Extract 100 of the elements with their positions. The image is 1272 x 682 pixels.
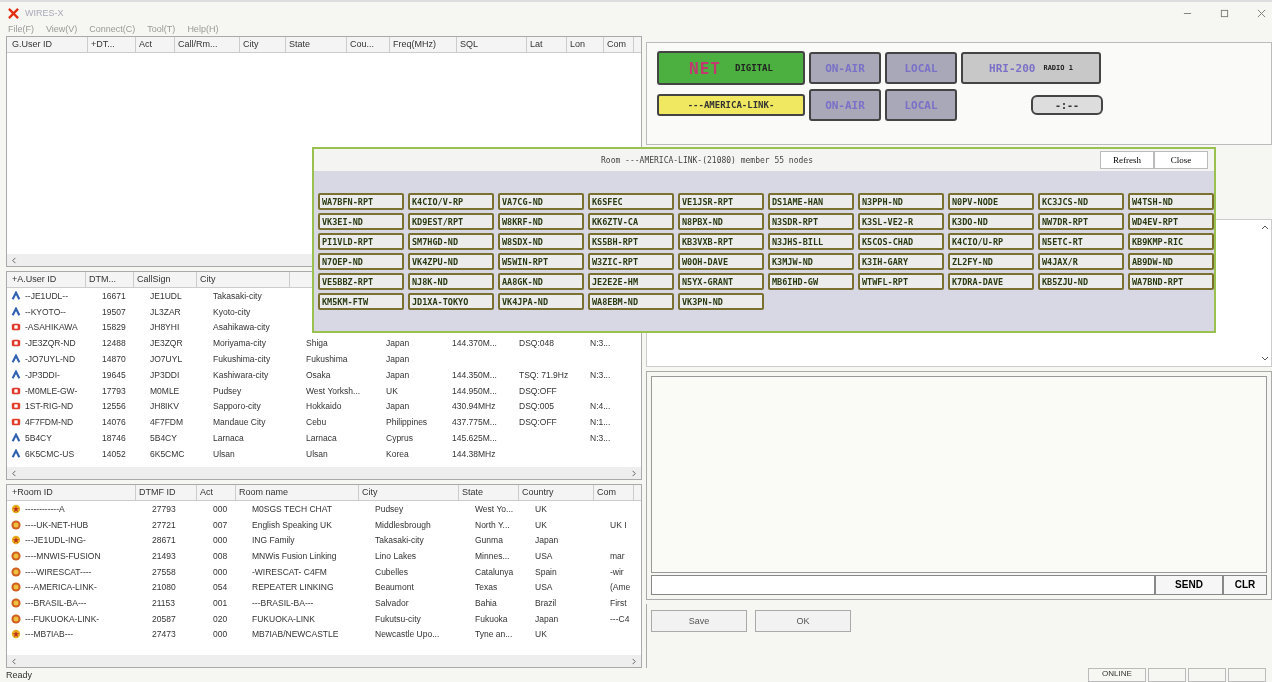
node-tile[interactable]: N0PV-NODE [948,193,1034,210]
node-tile[interactable]: WD4EV-RPT [1128,213,1214,230]
column-header[interactable]: Act [136,37,175,52]
node-tile[interactable]: JE2E2E-HM [588,273,674,290]
node-tile[interactable]: N7OEP-ND [318,253,404,270]
node-tile[interactable]: N3JHS-BILL [768,233,854,250]
scroll-right-icon[interactable] [630,469,637,477]
column-header[interactable]: Lat [527,37,567,52]
column-header[interactable]: Act [197,485,236,500]
node-tile[interactable]: WA7BFN-RPT [318,193,404,210]
column-header[interactable]: State [459,485,519,500]
node-tile[interactable]: W3ZIC-RPT [588,253,674,270]
column-header[interactable]: Room name [236,485,359,500]
maximize-icon[interactable] [1220,8,1229,18]
column-header[interactable]: City [359,485,459,500]
node-tile[interactable]: MB6IHD-GW [768,273,854,290]
scroll-left-icon[interactable] [11,657,18,665]
node-tile[interactable]: WA8EBM-ND [588,293,674,310]
column-header[interactable]: Freq(MHz) [390,37,457,52]
column-header[interactable]: Com [604,37,634,52]
scroll-right-icon[interactable] [630,657,637,665]
node-tile[interactable]: W0OH-DAVE [678,253,764,270]
node-tile[interactable]: KK6ZTV-CA [588,213,674,230]
table-cell-text: 1ST-RIG-ND [24,401,75,412]
node-tile[interactable]: N3PPH-ND [858,193,944,210]
node-tile[interactable]: KB5ZJU-ND [1038,273,1124,290]
node-tile[interactable]: NW7DR-RPT [1038,213,1124,230]
node-tile[interactable]: JD1XA-TOKYO [408,293,494,310]
node-tile[interactable]: AB9DW-ND [1128,253,1214,270]
node-tile[interactable]: N8PBX-ND [678,213,764,230]
node-tile[interactable]: N5ETC-RT [1038,233,1124,250]
table-cell-text: 6K5CMC-US [24,448,76,459]
node-tile[interactable]: K4CIO/U-RP [948,233,1034,250]
column-header[interactable]: State [286,37,347,52]
node-tile[interactable]: K3DO-ND [948,213,1034,230]
column-header[interactable]: Country [519,485,594,500]
scroll-left-icon[interactable] [11,256,18,264]
node-tile[interactable]: VA7CG-ND [498,193,584,210]
column-header[interactable]: City [197,272,290,287]
node-tile[interactable]: N3SDR-RPT [768,213,854,230]
table-cell-text: 27473 [151,629,177,640]
chat-button[interactable]: CLR [1223,574,1267,595]
node-tile[interactable]: W4TSH-ND [1128,193,1214,210]
chat-button[interactable]: SEND [1155,574,1223,595]
node-tile[interactable]: W4JAX/R [1038,253,1124,270]
node-tile[interactable]: VK3PN-ND [678,293,764,310]
node-tile[interactable]: KB3VXB-RPT [678,233,764,250]
node-tile[interactable]: WTWFL-RPT [858,273,944,290]
column-header[interactable]: DTMF ID [136,485,197,500]
node-tile[interactable]: K3SL-VE2-R [858,213,944,230]
node-tile[interactable]: SM7HGD-ND [408,233,494,250]
node-tile[interactable]: VE1JSR-RPT [678,193,764,210]
node-tile[interactable]: AA8GK-ND [498,273,584,290]
node-tile[interactable]: KS5BH-RPT [588,233,674,250]
close-icon[interactable] [1257,8,1266,18]
column-header[interactable]: Cou... [347,37,390,52]
node-tile[interactable]: KM5KM-FTW [318,293,404,310]
action-button[interactable]: Save [651,609,747,632]
action-button[interactable]: OK [755,609,851,632]
column-header[interactable]: Lon [567,37,604,52]
node-tile[interactable]: KB9KMP-RIC [1128,233,1214,250]
node-tile[interactable]: WA7BND-RPT [1128,273,1214,290]
popup-button[interactable]: Refresh [1100,151,1154,169]
column-header[interactable]: Call/Rm... [175,37,240,52]
node-tile[interactable]: K4CIO/V-RP [408,193,494,210]
table-cell-text: Middlesbrough [374,519,432,530]
node-tile[interactable]: VK4ZPU-ND [408,253,494,270]
column-header[interactable]: G.User ID [9,37,88,52]
column-header[interactable]: SQL [457,37,527,52]
node-tile[interactable]: VE5BBZ-RPT [318,273,404,290]
column-header[interactable]: DTM... [86,272,134,287]
column-header[interactable]: +DT... [88,37,136,52]
node-tile[interactable]: K6SFEC [588,193,674,210]
node-tile[interactable]: K5COS-CHAD [858,233,944,250]
node-tile[interactable]: W5WIN-RPT [498,253,584,270]
node-tile[interactable]: K3IH-GARY [858,253,944,270]
table-cell-text: M0SGS TECH CHAT [251,503,333,514]
column-header[interactable]: City [240,37,286,52]
node-tile[interactable]: KC3JCS-ND [1038,193,1124,210]
column-header[interactable]: CallSign [134,272,197,287]
table-cell-text: ---MB7IAB--- [24,629,75,640]
node-tile[interactable]: ZL2FY-ND [948,253,1034,270]
node-tile[interactable]: VK3EI-ND [318,213,404,230]
node-tile[interactable]: K3MJW-ND [768,253,854,270]
scroll-left-icon[interactable] [11,469,18,477]
node-tile[interactable]: VK4JPA-ND [498,293,584,310]
popup-button[interactable]: Close [1154,151,1208,169]
node-tile[interactable]: W8SDX-ND [498,233,584,250]
node-tile[interactable]: N5YX-GRANT [678,273,764,290]
column-header[interactable]: +Room ID [9,485,136,500]
message-field[interactable] [651,574,1155,595]
node-tile[interactable]: W8KRF-ND [498,213,584,230]
node-tile[interactable]: NJ8K-ND [408,273,494,290]
node-tile[interactable]: KD9EST/RPT [408,213,494,230]
node-tile[interactable]: DS1AME-HAN [768,193,854,210]
node-tile[interactable]: K7DRA-DAVE [948,273,1034,290]
table-cell-text: Brazil [534,597,558,608]
column-header[interactable]: +A.User ID [9,272,86,287]
column-header[interactable]: Com [594,485,634,500]
node-tile[interactable]: PI1VLD-RPT [318,233,404,250]
